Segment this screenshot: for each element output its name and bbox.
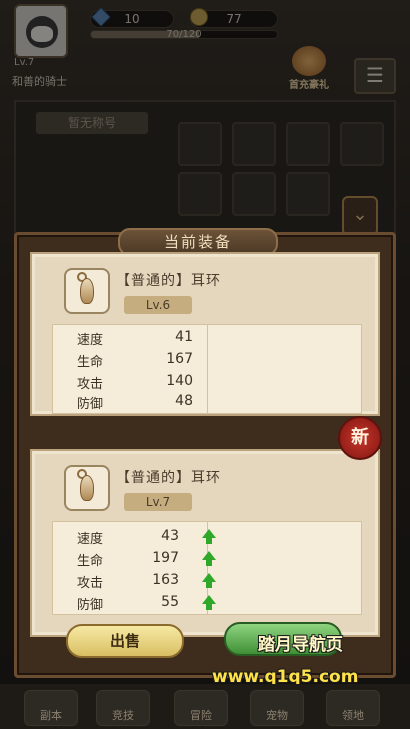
stat-up-arrow-icon (201, 529, 217, 545)
nav-label: 宠物 (266, 709, 288, 722)
current-stats-table: 速度 41 生命 167 攻击 140 防御 48 (52, 324, 362, 414)
earring-icon (64, 268, 110, 314)
stat-value: 43 (161, 528, 179, 544)
stat-value: 167 (166, 351, 193, 367)
new-stats-table: 速度 43 生命 197 攻击 163 防御 55 (52, 521, 362, 615)
new-item-level: Lv.7 (124, 493, 192, 511)
nav-label: 领地 (342, 709, 364, 722)
stat-row: 速度 43 (53, 526, 216, 548)
stat-row: 防御 48 (53, 391, 203, 413)
stat-value: 41 (175, 329, 193, 345)
stat-value: 163 (152, 572, 179, 588)
stat-value: 48 (175, 393, 193, 409)
stat-name: 攻击 (77, 377, 104, 392)
stat-row: 生命 167 (53, 349, 203, 371)
watermark-title: 踏月导航页 (258, 635, 343, 655)
stat-name: 攻击 (77, 576, 104, 591)
current-item-name: 【普通的】耳环 (116, 273, 221, 289)
new-equipment-card: 【普通的】耳环 Lv.7 速度 43 生命 197 攻击 163 防御 55 (30, 449, 380, 637)
new-item-badge: 新 (338, 416, 382, 460)
current-equipment-card: 【普通的】耳环 Lv.6 速度 41 生命 167 攻击 140 防御 48 (30, 252, 380, 416)
stat-up-arrow-icon (201, 573, 217, 589)
stat-value: 140 (166, 373, 193, 389)
earring-icon (64, 465, 110, 511)
stat-name: 生命 (77, 355, 104, 370)
stat-value: 197 (152, 550, 179, 566)
sell-button[interactable]: 出售 (66, 624, 184, 658)
stat-row: 攻击 140 (53, 371, 203, 393)
stat-value: 55 (161, 594, 179, 610)
stat-name: 防御 (77, 598, 104, 613)
stat-row: 生命 197 (53, 548, 216, 570)
nav-label: 副本 (40, 709, 62, 722)
stat-name: 生命 (77, 554, 104, 569)
stat-row: 防御 55 (53, 592, 216, 614)
stat-up-arrow-icon (201, 595, 217, 611)
nav-adventure[interactable]: 冒险 (174, 690, 228, 726)
nav-territory[interactable]: 领地 (326, 690, 380, 726)
nav-label: 冒险 (190, 709, 212, 722)
stat-row: 攻击 163 (53, 570, 216, 592)
current-item-level: Lv.6 (124, 296, 192, 314)
nav-dungeon[interactable]: 副本 (24, 690, 78, 726)
nav-arena[interactable]: 竞技 (96, 690, 150, 726)
nav-label: 竞技 (112, 709, 134, 722)
bottom-nav: 副本 竞技 冒险 宠物 领地 (0, 684, 410, 729)
stat-name: 防御 (77, 397, 104, 412)
stat-name: 速度 (77, 333, 104, 348)
nav-pets[interactable]: 宠物 (250, 690, 304, 726)
stat-up-arrow-icon (201, 551, 217, 567)
stat-name: 速度 (77, 532, 104, 547)
new-item-name: 【普通的】耳环 (116, 470, 221, 486)
stat-row: 速度 41 (53, 327, 203, 349)
